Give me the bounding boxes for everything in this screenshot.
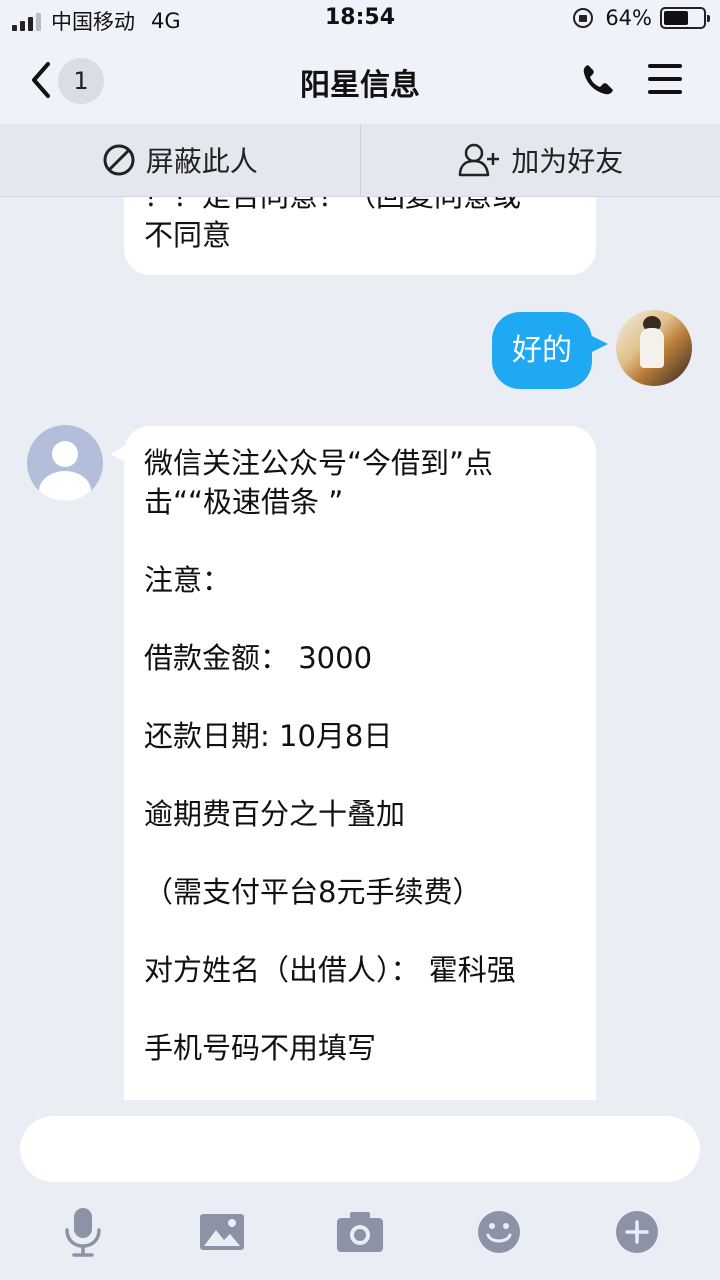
message-line: 还款日期: 10月8日 [144,719,393,753]
contact-avatar[interactable] [27,425,103,501]
battery-percent: 64% [605,6,652,30]
plus-icon[interactable] [609,1204,665,1260]
message-line: 微信关注公众号“今借到”点 [144,446,494,480]
menu-icon[interactable] [648,64,684,96]
battery-icon [660,7,710,29]
message-line [144,990,576,1029]
message-line [144,522,576,561]
image-icon[interactable] [194,1204,250,1260]
message-bubble-partial[interactable]: ？？是否同意？（回复同意或 不同意 [124,197,596,275]
message-line: （需支付平台8元手续费） [144,875,482,909]
sent-message-bubble[interactable]: 好的 [492,312,592,389]
status-bar: 中国移动 4G 18:54 64% [0,0,720,40]
message-line: 借款金额： 3000 [144,641,373,675]
block-icon [103,144,135,176]
message-line [144,678,576,717]
message-line: 对方姓名（出借人）： 霍科强 [144,953,516,987]
message-line: 逾期费百分之十叠加 [144,797,406,831]
microphone-icon[interactable] [55,1204,111,1260]
phone-icon[interactable] [580,62,616,98]
message-line [144,834,576,873]
rotation-lock-icon [573,8,594,28]
bubble-tail [588,334,608,354]
add-user-icon [458,143,500,177]
add-friend-label: 加为好友 [511,145,624,178]
nav-bar: 1 阳星信息 [0,40,720,124]
action-bar: 屏蔽此人 加为好友 [0,124,720,197]
message-line: ？？是否同意？（回复同意或 [144,197,576,216]
message-line [144,912,576,951]
message-line: 击““极速借条 ” [144,485,344,519]
my-avatar[interactable] [616,310,692,386]
chat-area[interactable]: ？？是否同意？（回复同意或 不同意 好的 微信关注公众号“今借到”点 击““极速… [0,197,720,1100]
camera-icon[interactable] [332,1204,388,1260]
message-line: 不同意 [144,218,232,252]
emoji-icon[interactable] [471,1204,527,1260]
message-line [144,600,576,639]
message-line [144,756,576,795]
block-user-button[interactable]: 屏蔽此人 [0,124,360,196]
input-toolbar [0,1204,720,1260]
block-user-label: 屏蔽此人 [145,145,258,178]
input-bar [0,1100,720,1280]
message-line: 手机号码不用填写 [144,1031,377,1065]
incoming-message-bubble[interactable]: 微信关注公众号“今借到”点 击““极速借条 ” 注意： 借款金额： 3000 还… [124,426,596,1100]
add-friend-button[interactable]: 加为好友 [361,124,720,196]
message-input[interactable] [20,1116,700,1182]
message-line: 注意： [144,563,232,597]
